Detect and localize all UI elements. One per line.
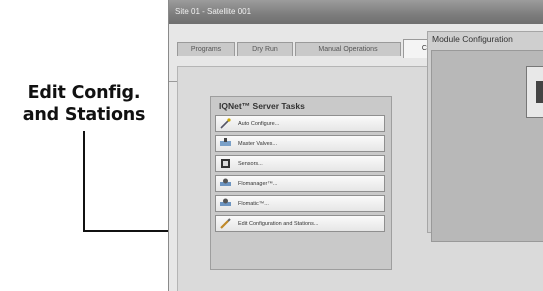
callout-line-2: and Stations [22, 105, 146, 125]
flomanager-label: Flomanager™... [238, 181, 278, 187]
module-configuration-area [431, 50, 543, 242]
server-tasks-panel: IQNet™ Server Tasks Auto Configure... Ma… [210, 96, 392, 270]
app-window: Site 01 - Satellite 001 Programs Dry Run… [168, 0, 543, 291]
flomatic-label: Flomatic™... [238, 201, 269, 207]
edit-configuration-button[interactable]: Edit Configuration and Stations... [215, 215, 385, 232]
module-configuration-panel: Module Configuration [427, 31, 543, 242]
flomanager-button[interactable]: Flomanager™... [215, 175, 385, 192]
sensors-button[interactable]: Sensors... [215, 155, 385, 172]
flomatic-icon [220, 198, 231, 206]
flomatic-button[interactable]: Flomatic™... [215, 195, 385, 212]
edit-configuration-label: Edit Configuration and Stations... [238, 221, 319, 227]
auto-configure-label: Auto Configure... [238, 121, 280, 127]
callout-leader-vertical [83, 131, 85, 232]
window-titlebar: Site 01 - Satellite 001 [169, 0, 543, 24]
tab-dry-run[interactable]: Dry Run [237, 42, 293, 56]
tab-programs[interactable]: Programs [177, 42, 235, 56]
module-configuration-title: Module Configuration [432, 34, 513, 44]
callout-line-1: Edit Config. [27, 83, 141, 103]
edit-pencil-icon [220, 218, 231, 229]
server-tasks-title: IQNet™ Server Tasks [219, 101, 305, 111]
tab-manual-operations[interactable]: Manual Operations [295, 42, 401, 56]
master-valves-label: Master Valves... [238, 141, 278, 147]
auto-configure-button[interactable]: Auto Configure... [215, 115, 385, 132]
flomanager-icon [220, 178, 231, 186]
auto-configure-icon [220, 118, 231, 129]
controller-module-icon[interactable] [526, 66, 543, 118]
sensors-label: Sensors... [238, 161, 263, 167]
master-valve-icon [220, 138, 231, 146]
sensor-icon [221, 159, 230, 168]
callout-label: Edit Config. and Stations [0, 82, 168, 126]
master-valves-button[interactable]: Master Valves... [215, 135, 385, 152]
